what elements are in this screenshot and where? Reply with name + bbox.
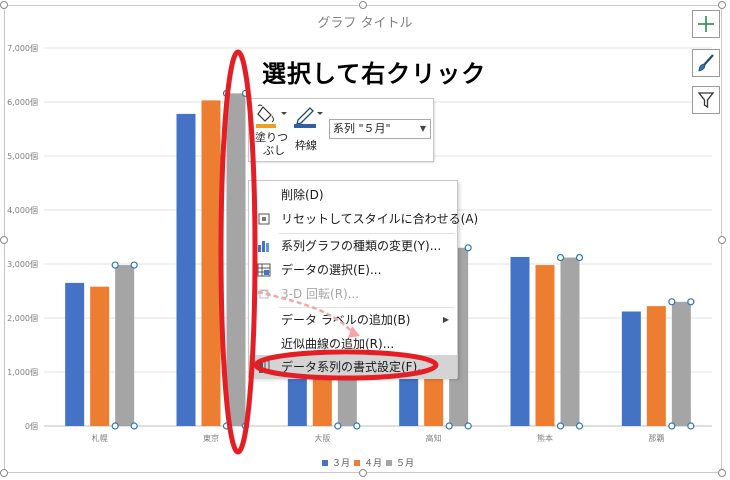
menu-item-format-data-series[interactable]: データ系列の書式設定(F)... [249,355,457,379]
legend-label: ４月 [364,459,383,469]
menu-item-label: 3-D 回転(R)... [281,287,360,301]
menu-item-select-data[interactable]: データの選択(E)... [249,258,457,282]
context-menu: 削除(D) リセットしてスタイルに合わせる(A) 系列グラフの種類の変更(Y).… [248,180,478,379]
chart-elements-button[interactable] [692,10,720,38]
chart-resize-handle-bottom-right[interactable] [718,469,726,477]
chart-filter-button[interactable] [692,86,720,114]
menu-item-3d-rotation: 3-D 回転(R)... [249,282,457,306]
select-data-icon [257,263,271,277]
chevron-down-icon: ▼ [419,124,426,133]
annotation-heading: 選択して右クリック [262,60,487,88]
chart-resize-handle-right[interactable] [718,236,726,244]
fill-label-line1: 塗りつ [255,131,289,144]
fill-button[interactable]: 塗りつ ぶし [253,103,289,159]
menu-item-label: 近似曲線の追加(R)... [281,337,395,351]
menu-item-label: 系列グラフの種類の変更(Y)... [281,239,442,253]
chart-styles-button[interactable] [692,49,720,77]
chart-resize-handle-left[interactable] [0,236,8,244]
series-select-value: 系列 "５月" [333,122,391,135]
chart-resize-handle-top-right[interactable] [718,1,726,9]
chart-type-icon [258,241,269,252]
series-select-dropdown[interactable]: 系列 "５月" ▼ [329,119,431,139]
menu-item-label: データの選択(E)... [281,263,382,277]
legend-swatch [386,460,392,466]
outline-label: 枠線 [295,139,317,152]
menu-item-change-chart-type[interactable]: 系列グラフの種類の変更(Y)... [249,234,457,258]
chart-resize-handle-top-left[interactable] [0,1,8,9]
format-mini-toolbar: 塗りつ ぶし 枠線 系列 "５月" ▼ [248,98,434,162]
pen-icon [294,107,323,128]
excel-chart-workspace: グラフ タイトル 0個 1,000個 2,000個 3,000個 4,000個 5,000個… [0,0,730,480]
outline-button[interactable]: 枠線 [293,103,325,159]
legend-item-series-4[interactable]: ４月 [354,456,382,469]
legend-label: ５月 [396,459,415,469]
legend-item-series-3[interactable]: ３月 [322,456,350,469]
legend-label: ３月 [332,459,351,469]
legend-item-series-5[interactable]: ５月 [386,456,414,469]
menu-item-add-data-labels[interactable]: データ ラベルの追加(B) ▶ [249,308,457,332]
menu-item-reset-style[interactable]: リセットしてスタイルに合わせる(A) [249,207,478,231]
legend-swatch [354,460,360,466]
menu-item-label: データ系列の書式設定(F)... [281,360,429,374]
chart-resize-handle-bottom[interactable] [359,469,367,477]
plus-icon [698,16,714,32]
reset-style-icon [258,213,270,225]
menu-item-label: リセットしてスタイルに合わせる(A) [281,212,479,226]
brush-icon [698,54,714,72]
submenu-arrow-icon: ▶ [442,315,449,324]
fill-label-line2: ぶし [263,144,285,157]
menu-item-label: 削除(D) [281,188,324,202]
menu-item-add-trendline[interactable]: 近似曲線の追加(R)... [249,332,457,356]
legend-swatch [322,460,328,466]
menu-item-label: データ ラベルの追加(B) [281,313,411,327]
rotate-3d-icon [257,289,271,299]
format-series-icon [259,360,270,374]
chart-resize-handle-top[interactable] [359,1,367,9]
paint-bucket-icon [256,104,287,128]
filter-icon [697,92,715,109]
chart-resize-handle-bottom-left[interactable] [0,469,8,477]
menu-item-delete[interactable]: 削除(D) [249,183,457,207]
